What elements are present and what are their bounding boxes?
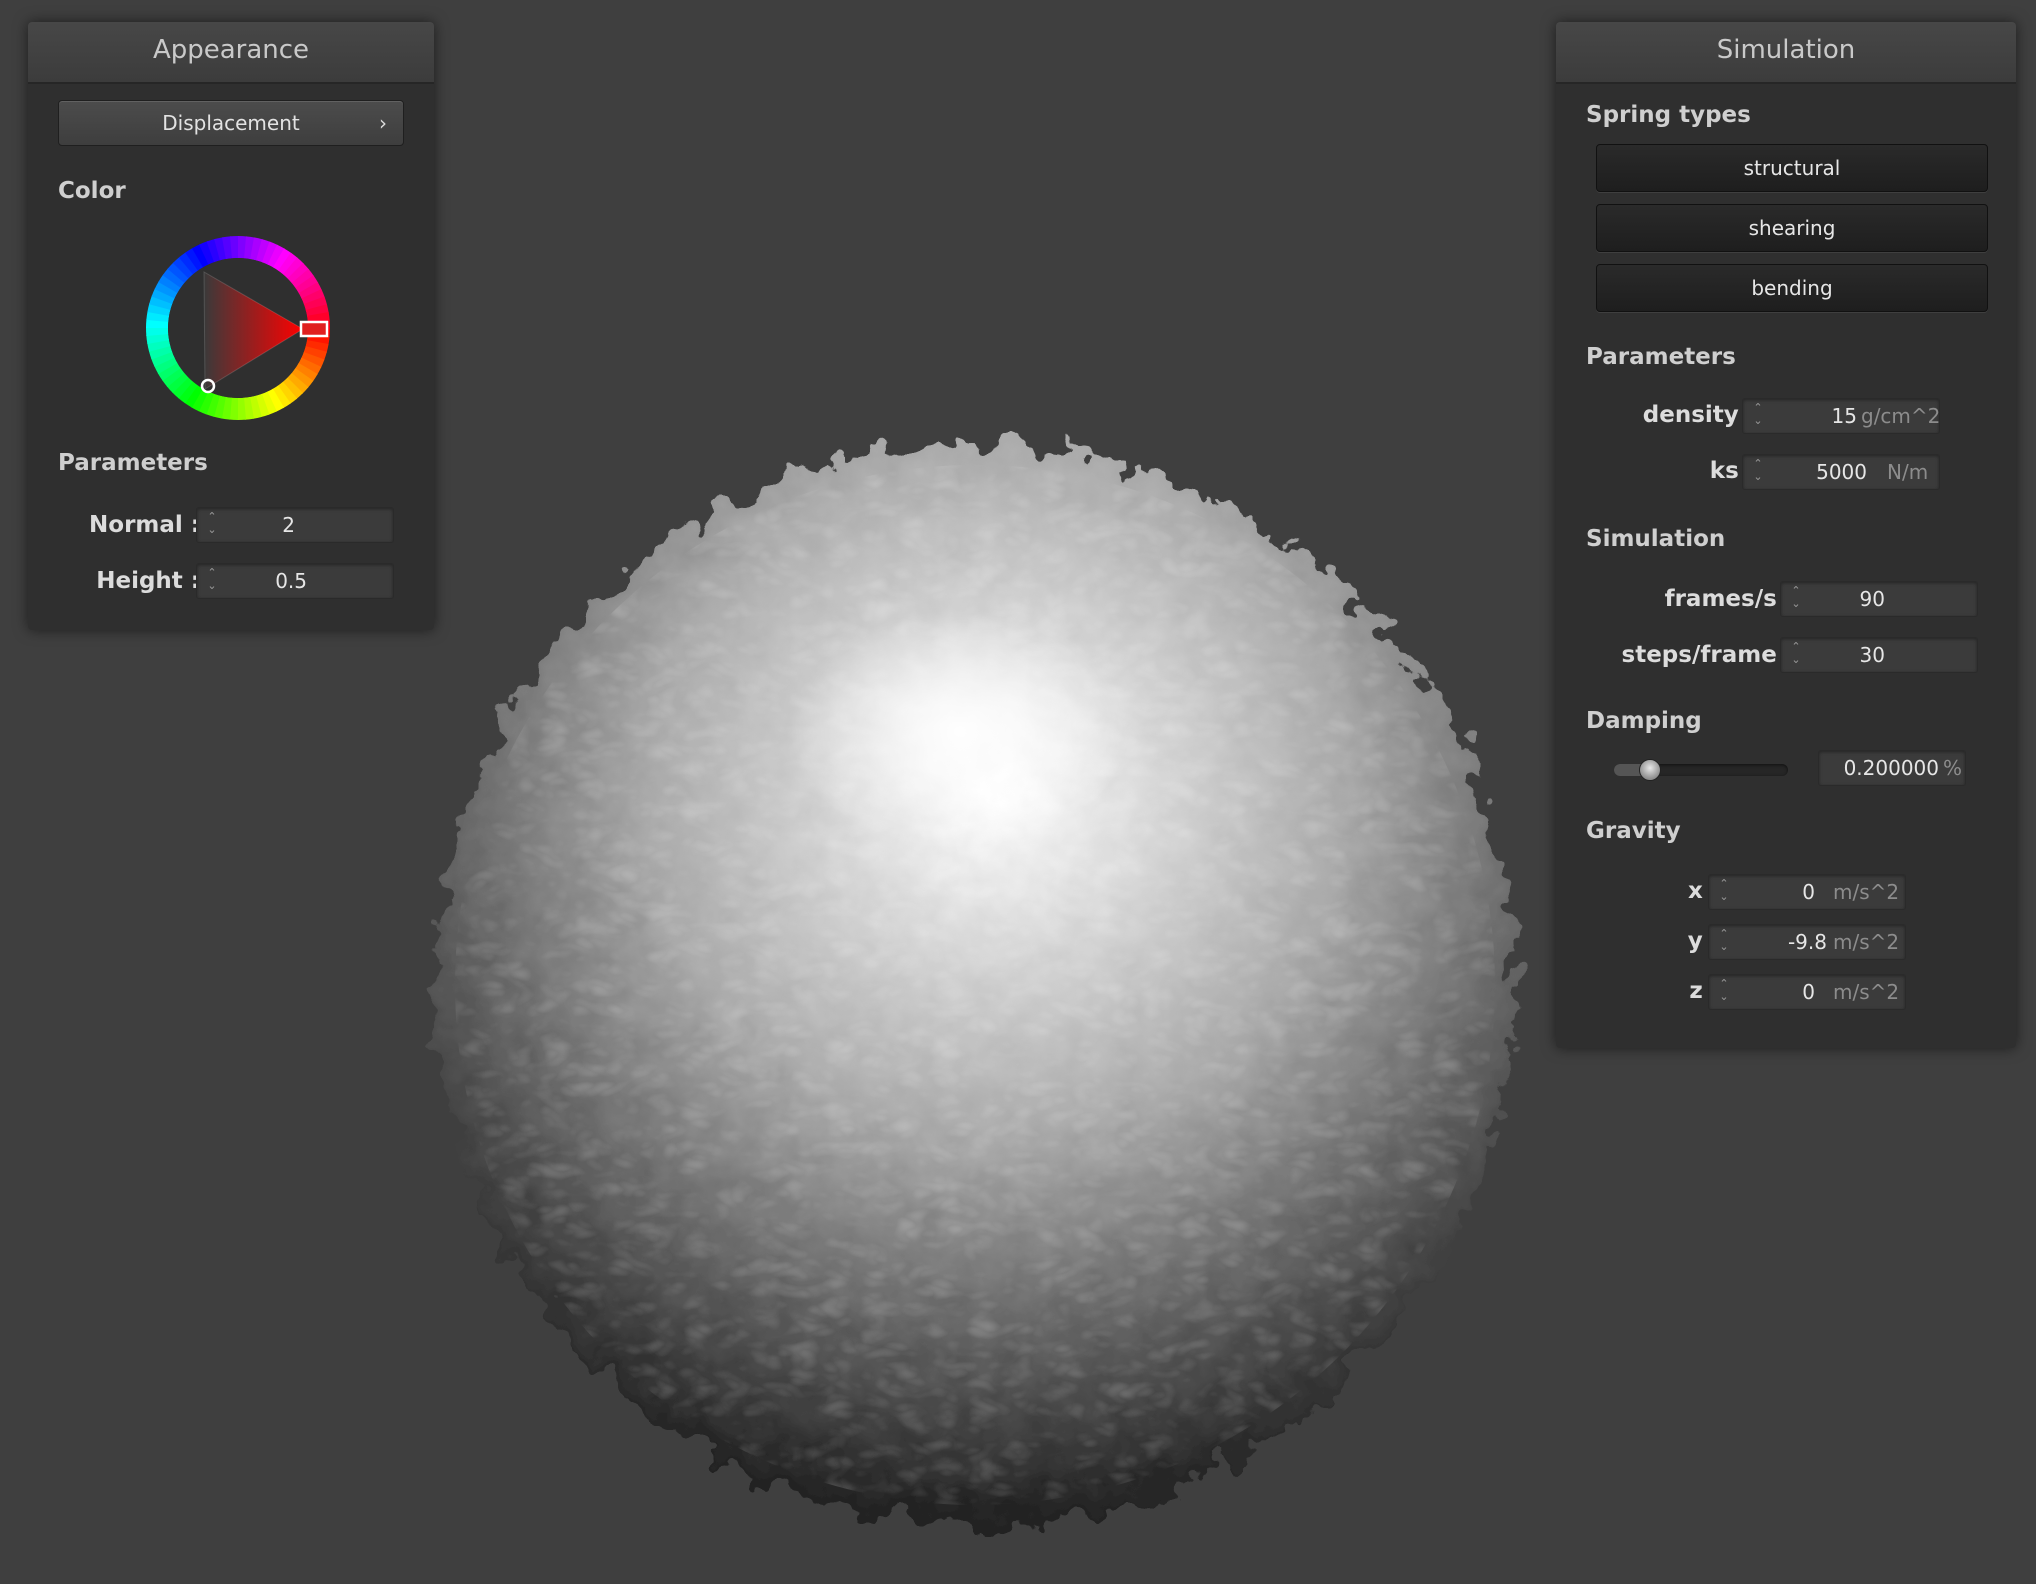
chevron-right-icon: ›	[379, 111, 387, 135]
appearance-panel: Appearance Displacement › Color Paramete…	[28, 22, 434, 630]
displacement-button-label: Displacement	[162, 111, 300, 135]
simulation-panel: Simulation Spring types structural shear…	[1556, 22, 2016, 1048]
spinner-arrows-icon[interactable]: ⌃ ⌄	[1717, 927, 1731, 957]
normal-label: Normal :	[89, 512, 200, 538]
simulation-section-label: Simulation	[1586, 526, 1726, 552]
frames-label: frames/s :	[1664, 586, 1794, 612]
steps-value: 30	[1859, 643, 1885, 667]
gravity-y-unit: m/s^2	[1833, 930, 1900, 954]
appearance-parameters-label: Parameters	[58, 450, 208, 476]
gravity-y-value: -9.8	[1787, 930, 1827, 954]
steps-label: steps/frame :	[1621, 642, 1794, 668]
damping-value: 0.200000	[1843, 756, 1939, 780]
gravity-y-label: y :	[1687, 928, 1720, 954]
frames-spinbox[interactable]: ⌃ ⌄ 90	[1780, 581, 1978, 617]
spinner-arrows-icon[interactable]: ⌃ ⌄	[1789, 640, 1803, 670]
damping-slider[interactable]	[1614, 759, 1788, 781]
gravity-x-unit: m/s^2	[1833, 880, 1900, 904]
damping-unit: %	[1943, 756, 1963, 780]
ks-label: ks :	[1709, 458, 1756, 484]
displacement-button[interactable]: Displacement ›	[58, 100, 404, 146]
spinner-arrows-icon[interactable]: ⌃ ⌄	[205, 510, 219, 540]
spinner-arrows-icon[interactable]: ⌃ ⌄	[205, 566, 219, 596]
density-unit: g/cm^2	[1861, 404, 1941, 428]
spinner-arrows-icon[interactable]: ⌃ ⌄	[1751, 401, 1765, 431]
shearing-button[interactable]: shearing	[1596, 204, 1988, 252]
spinner-arrows-icon[interactable]: ⌃ ⌄	[1789, 584, 1803, 614]
gravity-z-label: z :	[1689, 978, 1720, 1004]
simulation-panel-title: Simulation	[1556, 22, 2016, 84]
spinner-arrows-icon[interactable]: ⌃ ⌄	[1751, 457, 1765, 487]
height-label: Height :	[96, 568, 200, 594]
gravity-z-unit: m/s^2	[1833, 980, 1900, 1004]
normal-spinbox[interactable]: ⌃ ⌄ 2	[196, 507, 394, 543]
bending-button[interactable]: bending	[1596, 264, 1988, 312]
density-value: 15	[1831, 404, 1857, 428]
height-spinbox[interactable]: ⌃ ⌄ 0.5	[196, 563, 394, 599]
normal-value: 2	[282, 513, 295, 537]
damping-label: Damping	[1586, 708, 1702, 734]
gravity-z-value: 0	[1802, 980, 1815, 1004]
density-label: density :	[1642, 402, 1756, 428]
structural-button[interactable]: structural	[1596, 144, 1988, 192]
spinner-arrows-icon[interactable]: ⌃ ⌄	[1717, 977, 1731, 1007]
density-spinbox[interactable]: ⌃ ⌄ 15 g/cm^2	[1742, 398, 1940, 434]
height-value: 0.5	[275, 569, 307, 593]
color-section-label: Color	[58, 178, 126, 204]
simulation-parameters-label: Parameters	[1586, 344, 1736, 370]
appearance-panel-title: Appearance	[28, 22, 434, 84]
gravity-y-spinbox[interactable]: ⌃ ⌄ -9.8 m/s^2	[1708, 924, 1906, 960]
damping-field[interactable]: 0.200000 %	[1818, 750, 1966, 786]
steps-spinbox[interactable]: ⌃ ⌄ 30	[1780, 637, 1978, 673]
gravity-x-value: 0	[1802, 880, 1815, 904]
spinner-arrows-icon[interactable]: ⌃ ⌄	[1717, 877, 1731, 907]
gravity-x-label: x :	[1687, 878, 1720, 904]
gravity-z-spinbox[interactable]: ⌃ ⌄ 0 m/s^2	[1708, 974, 1906, 1010]
ks-spinbox[interactable]: ⌃ ⌄ 5000 N/m	[1742, 454, 1940, 490]
ks-unit: N/m	[1887, 460, 1929, 484]
hue-selector-handle[interactable]	[299, 320, 329, 338]
ks-value: 5000	[1816, 460, 1867, 484]
spring-types-label: Spring types	[1586, 102, 1751, 128]
color-wheel[interactable]	[138, 228, 338, 428]
gravity-label: Gravity	[1586, 818, 1681, 844]
gravity-x-spinbox[interactable]: ⌃ ⌄ 0 m/s^2	[1708, 874, 1906, 910]
damping-slider-handle[interactable]	[1638, 759, 1661, 781]
frames-value: 90	[1859, 587, 1885, 611]
